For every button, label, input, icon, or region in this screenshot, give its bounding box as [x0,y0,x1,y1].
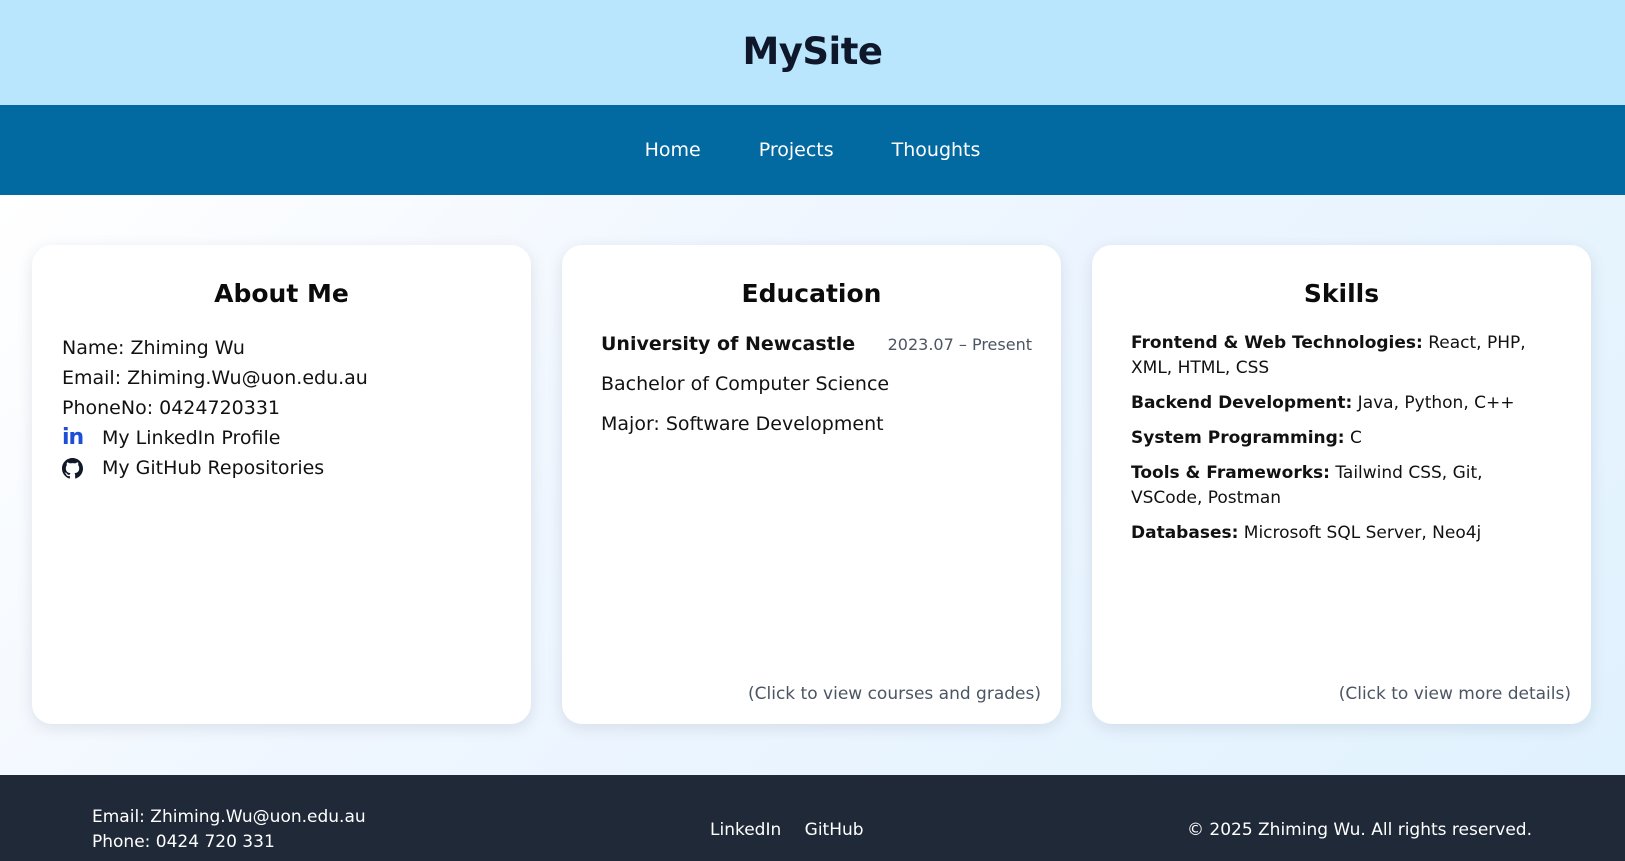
education-dates: 2023.07 – Present [887,335,1032,354]
skills-title: Skills [1303,279,1380,308]
university-name: University of Newcastle [601,333,856,355]
footer-links: LinkedIn GitHub [710,820,882,840]
about-name: Name: Zhiming Wu [62,337,245,359]
nav-thoughts-link[interactable]: Thoughts [892,139,981,161]
skill-category: Backend Development: [1131,393,1353,413]
education-header-row: University of Newcastle 2023.07 – Presen… [601,333,1032,355]
skill-category: Tools & Frameworks: [1131,463,1330,483]
skill-values: Microsoft SQL Server, Neo4j [1238,523,1482,543]
education-hint: (Click to view courses and grades) [748,684,1041,704]
major-name: Major: Software Development [601,413,884,435]
skill-category: System Programming: [1131,428,1345,448]
footer-email: Email: Zhiming.Wu@uon.edu.au [92,807,366,827]
about-email: Email: Zhiming.Wu@uon.edu.au [62,367,368,389]
linkedin-link-label: My LinkedIn Profile [102,427,281,449]
education-card[interactable]: Education University of Newcastle 2023.0… [562,245,1061,724]
degree-name: Bachelor of Computer Science [601,373,890,395]
main-content: About Me Name: Zhiming Wu Email: Zhiming… [0,195,1625,775]
education-title: Education [741,279,882,308]
about-phone: PhoneNo: 0424720331 [62,397,281,419]
footer-linkedin-link[interactable]: LinkedIn [710,820,781,840]
footer-contact: Email: Zhiming.Wu@uon.edu.au Phone: 0424… [92,805,366,855]
nav-projects-link[interactable]: Projects [759,139,834,161]
site-footer: Email: Zhiming.Wu@uon.edu.au Phone: 0424… [0,775,1625,861]
skills-card[interactable]: Skills Frontend & Web Technologies: Reac… [1092,245,1591,724]
skill-row: System Programming: C [1131,426,1551,451]
main-nav: Home Projects Thoughts [0,105,1625,195]
skill-values: Java, Python, C++ [1352,393,1515,413]
github-icon [62,457,102,479]
about-title: About Me [214,279,349,308]
about-card: About Me Name: Zhiming Wu Email: Zhiming… [32,245,531,724]
linkedin-profile-link[interactable]: in My LinkedIn Profile [62,423,368,453]
skill-row: Databases: Microsoft SQL Server, Neo4j [1131,521,1551,546]
footer-github-link[interactable]: GitHub [805,820,864,840]
linkedin-icon: in [62,425,84,450]
skills-list: Frontend & Web Technologies: React, PHP,… [1131,331,1551,556]
skill-category: Databases: [1131,523,1239,543]
nav-home-link[interactable]: Home [645,139,701,161]
skill-values: C [1344,428,1362,448]
site-header: MySite [0,0,1625,105]
about-details: Name: Zhiming Wu Email: Zhiming.Wu@uon.e… [62,333,368,483]
skill-row: Tools & Frameworks: Tailwind CSS, Git, V… [1131,461,1551,511]
footer-phone: Phone: 0424 720 331 [92,832,275,852]
skill-row: Backend Development: Java, Python, C++ [1131,391,1551,416]
skill-row: Frontend & Web Technologies: React, PHP,… [1131,331,1551,381]
site-title: MySite [742,30,883,73]
github-repos-link[interactable]: My GitHub Repositories [62,453,368,483]
skill-category: Frontend & Web Technologies: [1131,333,1423,353]
github-link-label: My GitHub Repositories [102,457,325,479]
footer-copyright: © 2025 Zhiming Wu. All rights reserved. [1186,820,1532,840]
skills-hint: (Click to view more details) [1338,684,1571,704]
